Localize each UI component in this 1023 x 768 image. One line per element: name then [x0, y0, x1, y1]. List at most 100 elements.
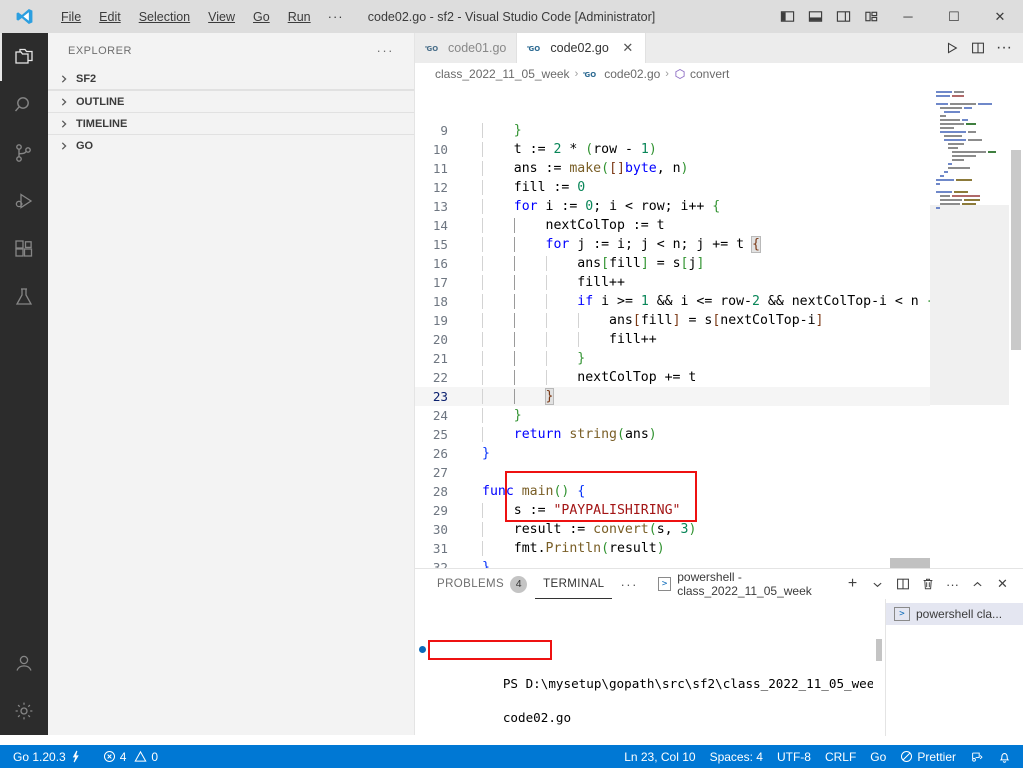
sidebar-section-outline[interactable]: OUTLINE [48, 90, 414, 112]
bottom-panel: PROBLEMS 4 TERMINAL ··· > powershell - c… [415, 568, 1023, 736]
menu-bar[interactable]: File Edit Selection View Go Run ··· [52, 6, 352, 27]
terminal-dropdown-icon[interactable] [865, 569, 890, 599]
terminal-output[interactable]: PS D:\mysetup\gopath\src\sf2\class_2022_… [415, 599, 873, 736]
lightning-icon [70, 750, 81, 763]
line-number: 14 [432, 218, 448, 233]
line-number: 9 [440, 123, 448, 138]
status-indentation[interactable]: Spaces: 4 [703, 745, 770, 768]
status-notifications[interactable] [991, 745, 1023, 768]
tab-code02-go[interactable]: GO code02.go ✕ [517, 33, 646, 63]
tab-code01-go[interactable]: GO code01.go [415, 33, 518, 63]
maximize-button[interactable]: ☐ [931, 0, 977, 33]
sidebar-section-timeline[interactable]: TIMELINE [48, 112, 414, 134]
customize-layout-icon[interactable] [857, 0, 885, 33]
tab-terminal[interactable]: TERMINAL [535, 569, 613, 599]
close-panel-icon[interactable]: ✕ [990, 569, 1015, 599]
terminal-list-item-powershell[interactable]: > powershell cla... [886, 603, 1023, 625]
menu-item-edit-label: Edit [99, 9, 121, 24]
breadcrumb-item-folder[interactable]: class_2022_11_05_week [435, 67, 570, 81]
close-button[interactable]: ✕ [977, 0, 1023, 33]
menu-item-go[interactable]: Go [244, 7, 279, 27]
breadcrumb-item-file[interactable]: GO code02.go [583, 67, 660, 81]
line-number: 32 [432, 560, 448, 568]
tab-code02-go-label: code02.go [550, 41, 609, 55]
toggle-panel-icon[interactable] [801, 0, 829, 33]
problems-count-badge: 4 [510, 575, 528, 593]
menu-item-view[interactable]: View [199, 7, 244, 27]
terminal-list-item-label: powershell cla... [916, 607, 1003, 621]
svg-text:GO: GO [585, 71, 597, 79]
run-code-icon[interactable] [939, 33, 965, 63]
breadcrumb-item-symbol[interactable]: convert [674, 67, 729, 81]
editor-more-actions-icon[interactable]: ··· [991, 33, 1017, 63]
line-number: 10 [432, 142, 448, 157]
gear-icon[interactable] [0, 687, 48, 735]
activity-bar [0, 33, 48, 735]
tab-problems[interactable]: PROBLEMS 4 [429, 569, 535, 599]
tab-problems-label: PROBLEMS [437, 578, 505, 590]
warning-icon [134, 750, 147, 763]
terminal-selector[interactable]: > powershell - class_2022_11_05_week [657, 570, 840, 598]
editor-minimap[interactable] [930, 85, 1009, 568]
sidebar-item-search[interactable] [0, 81, 48, 129]
sidebar-section-sf2[interactable]: SF2 [48, 68, 414, 90]
close-icon[interactable]: ✕ [621, 40, 635, 56]
trash-icon[interactable] [915, 569, 940, 599]
sidebar-section-go[interactable]: GO [48, 134, 414, 156]
status-encoding[interactable]: UTF-8 [770, 745, 818, 768]
scrollbar-thumb[interactable] [876, 639, 882, 661]
status-remote-tunnel[interactable] [963, 745, 991, 768]
status-language-mode[interactable]: Go [863, 745, 893, 768]
new-terminal-button[interactable]: + [840, 569, 865, 599]
status-go-version[interactable]: Go 1.20.3 [6, 745, 88, 768]
sidebar-more-actions-icon[interactable]: ··· [377, 43, 395, 58]
status-cursor-position[interactable]: Ln 23, Col 10 [617, 745, 702, 768]
side-bar: EXPLORER ··· SF2 OUTLINE TIMELINE GO [48, 33, 415, 735]
go-file-icon: GO [425, 43, 442, 54]
status-eol[interactable]: CRLF [818, 745, 863, 768]
breadcrumb-file-label: code02.go [604, 67, 661, 81]
sidebar-item-run-and-debug[interactable] [0, 177, 48, 225]
editor-group: GO code01.go GO code02.go ✕ ··· class_20… [415, 33, 1023, 568]
line-number: 15 [432, 237, 448, 252]
svg-text:GO: GO [427, 45, 439, 53]
split-terminal-icon[interactable] [890, 569, 915, 599]
status-problems[interactable]: 4 0 [96, 745, 165, 768]
sidebar-item-extensions[interactable] [0, 225, 48, 273]
sidebar-item-explorer[interactable] [0, 33, 48, 81]
vscode-logo-icon [0, 0, 48, 33]
panel-views-and-more-icon[interactable]: ··· [940, 569, 965, 599]
menu-item-selection[interactable]: Selection [130, 7, 199, 27]
scrollbar-thumb[interactable] [1011, 150, 1021, 350]
status-prettier[interactable]: Prettier [893, 745, 963, 768]
minimize-button[interactable]: ─ [885, 0, 931, 33]
error-icon [103, 750, 116, 763]
toggle-primary-sidebar-icon[interactable] [773, 0, 801, 33]
breadcrumb-folder-label: class_2022_11_05_week [435, 67, 570, 81]
split-editor-icon[interactable] [965, 33, 991, 63]
menu-item-selection-label: Selection [138, 9, 191, 24]
sidebar-item-testing[interactable] [0, 273, 48, 321]
sidebar-section-outline-label: OUTLINE [76, 95, 125, 108]
menu-overflow-icon[interactable]: ··· [320, 6, 352, 27]
error-count: 4 [119, 749, 127, 764]
panel-more-views-icon[interactable]: ··· [612, 577, 646, 592]
sidebar-title-label: EXPLORER [68, 44, 132, 57]
menu-item-edit[interactable]: Edit [90, 7, 130, 27]
menu-item-file[interactable]: File [52, 7, 90, 27]
vscode-window: File Edit Selection View Go Run ··· code… [0, 0, 1023, 768]
terminal-line-0: PS D:\mysetup\gopath\src\sf2\class_2022_… [419, 641, 873, 691]
maximize-panel-icon[interactable] [965, 569, 990, 599]
sidebar-item-source-control[interactable] [0, 129, 48, 177]
line-number: 11 [432, 161, 448, 176]
editor-vertical-scrollbar[interactable] [1009, 85, 1023, 568]
toggle-secondary-sidebar-icon[interactable] [829, 0, 857, 33]
line-number: 30 [432, 522, 448, 537]
menu-item-run[interactable]: Run [279, 7, 320, 27]
minimap-slider[interactable] [930, 205, 1009, 405]
svg-text:GO: GO [529, 45, 541, 53]
line-number: 26 [432, 446, 448, 461]
accounts-icon[interactable] [0, 639, 48, 687]
terminal-scrollbar[interactable] [873, 599, 885, 736]
status-bar: Go 1.20.3 4 0 Ln 23, Col 10 Spaces: 4 UT… [0, 745, 1023, 768]
